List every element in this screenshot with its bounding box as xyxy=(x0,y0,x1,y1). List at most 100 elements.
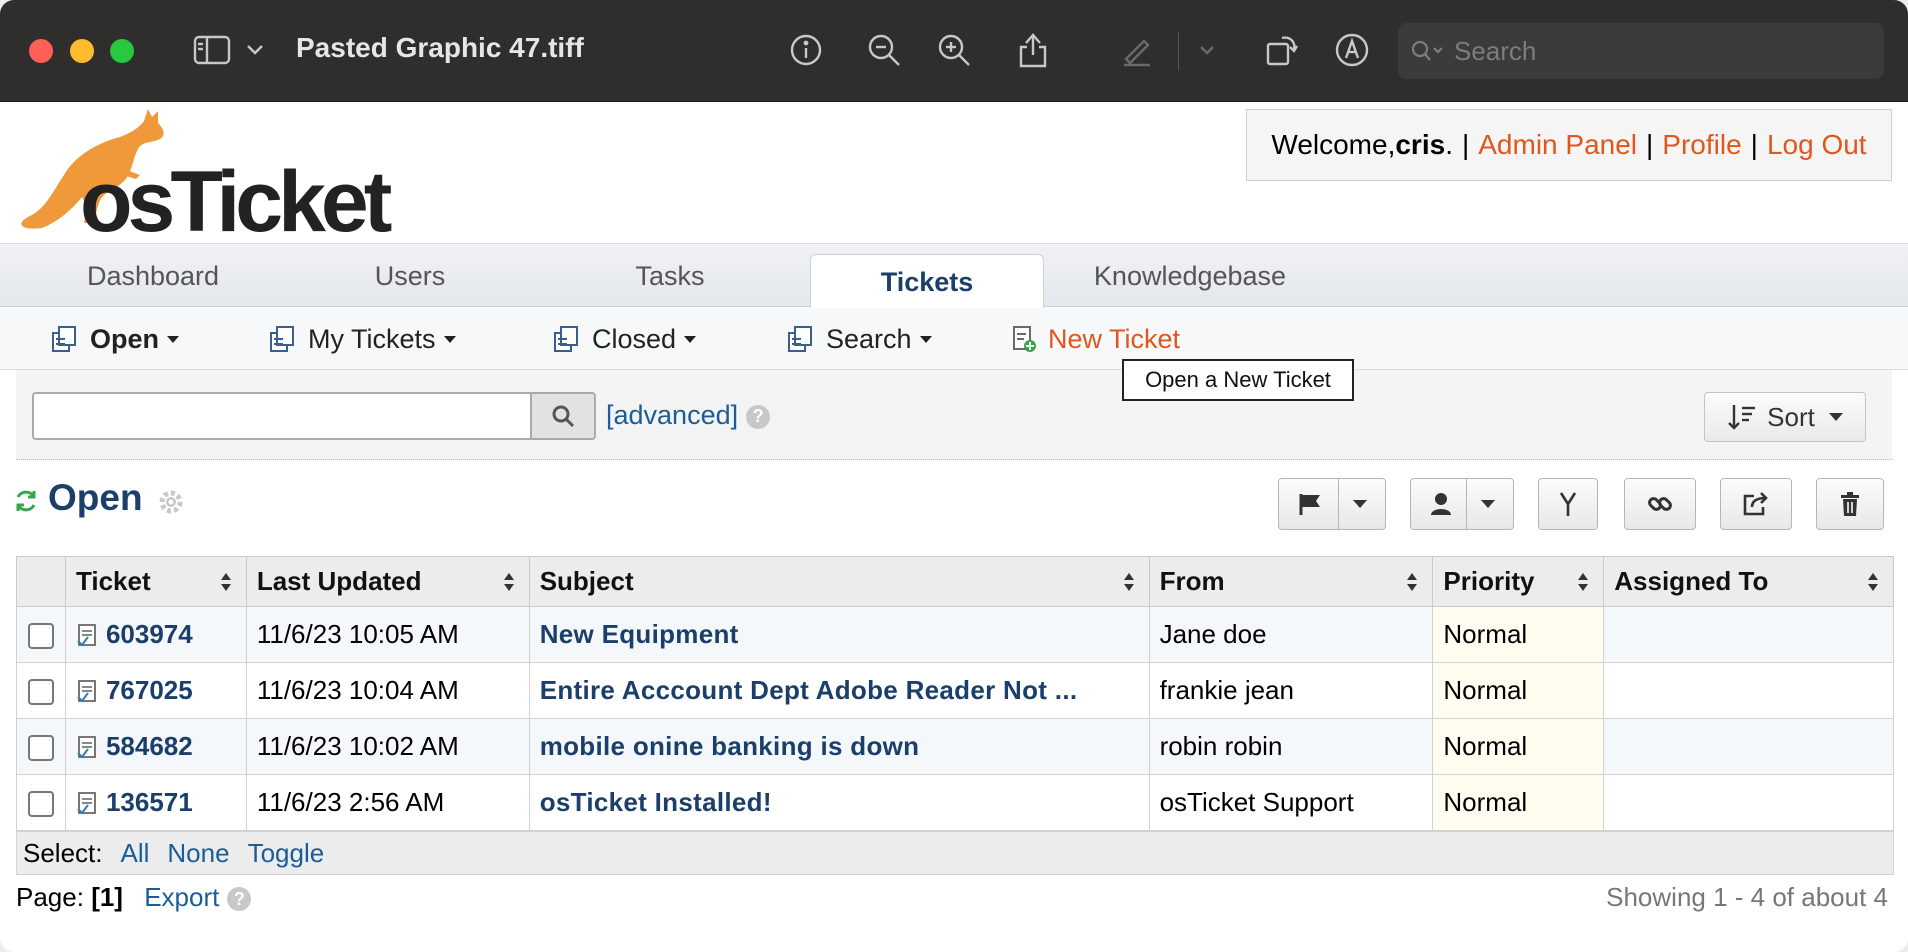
column-header-assigned-to[interactable]: Assigned To xyxy=(1603,556,1894,607)
tickets-stack-icon xyxy=(554,326,578,352)
priority-cell: Normal xyxy=(1432,774,1605,831)
ticket-number-cell[interactable]: 767025 xyxy=(64,662,247,719)
sort-button[interactable]: Sort xyxy=(1704,392,1866,442)
select-all-link[interactable]: All xyxy=(121,838,150,869)
row-checkbox[interactable] xyxy=(27,623,54,650)
table-row[interactable]: 584682 11/6/23 10:02 AM mobile onine ban… xyxy=(16,718,1894,775)
search-queue-link[interactable]: Search xyxy=(786,320,932,358)
export-share-button[interactable] xyxy=(1720,478,1792,530)
row-select-cell xyxy=(16,662,66,719)
search-placeholder: Search xyxy=(1454,35,1537,66)
subject-cell[interactable]: Entire Acccount Dept Adobe Reader Not ..… xyxy=(528,662,1150,719)
tab-tasks[interactable]: Tasks xyxy=(590,244,750,308)
welcome-suffix: . xyxy=(1445,129,1453,160)
sidebar-toggle-icon[interactable] xyxy=(190,28,234,72)
my-tickets-link[interactable]: My Tickets xyxy=(268,320,456,358)
subject-cell[interactable]: mobile onine banking is down xyxy=(528,718,1150,775)
help-icon[interactable]: ? xyxy=(227,887,252,912)
logout-link[interactable]: Log Out xyxy=(1767,129,1867,161)
column-header-last-updated[interactable]: Last Updated xyxy=(245,556,530,607)
flag-icon xyxy=(1299,494,1320,515)
share-icon[interactable] xyxy=(1014,28,1052,72)
main-nav: Dashboard Users Tasks Tickets Knowledgeb… xyxy=(0,243,1908,309)
table-header-row: Ticket Last Updated Subject From Priorit… xyxy=(16,556,1894,607)
flag-menu-button[interactable] xyxy=(1278,478,1386,530)
markup-chevron-down-icon[interactable] xyxy=(1194,28,1220,72)
ticket-icon xyxy=(77,736,96,759)
welcome-separator: | xyxy=(1646,129,1654,160)
closed-queue-link[interactable]: Closed xyxy=(552,320,697,358)
tab-tickets[interactable]: Tickets xyxy=(810,254,1044,309)
close-window-button[interactable] xyxy=(29,39,53,63)
subject-cell[interactable]: New Equipment xyxy=(528,606,1150,663)
zoom-in-icon[interactable] xyxy=(934,28,974,72)
help-icon[interactable]: ? xyxy=(746,404,771,429)
minimize-window-button[interactable] xyxy=(70,39,94,63)
tickets-stack-icon xyxy=(52,326,76,352)
search-submit-button[interactable] xyxy=(530,392,596,440)
sort-icon xyxy=(1728,405,1756,430)
ticket-number-cell[interactable]: 584682 xyxy=(64,718,247,775)
delete-button[interactable] xyxy=(1816,478,1884,530)
gear-icon[interactable] xyxy=(158,489,184,515)
ticket-icon xyxy=(77,792,96,815)
tab-dashboard[interactable]: Dashboard xyxy=(60,244,246,308)
ticket-icon xyxy=(77,680,96,703)
advanced-search-link[interactable]: [advanced] xyxy=(606,400,738,430)
ticket-number-cell[interactable]: 603974 xyxy=(64,606,247,663)
current-page[interactable]: [1] xyxy=(91,882,123,912)
ticket-search-input[interactable] xyxy=(32,392,534,440)
ticket-number: 584682 xyxy=(105,731,193,761)
admin-panel-link[interactable]: Admin Panel xyxy=(1478,129,1637,161)
markup-pen-icon[interactable] xyxy=(1118,28,1156,72)
link-button[interactable] xyxy=(1624,478,1696,530)
ticket-number: 603974 xyxy=(105,619,193,649)
select-none-link[interactable]: None xyxy=(167,838,229,869)
row-checkbox[interactable] xyxy=(27,791,54,818)
caret-down-icon xyxy=(443,335,456,343)
column-header-label: Subject xyxy=(539,566,634,596)
row-checkbox[interactable] xyxy=(27,735,54,762)
column-header-priority[interactable]: Priority xyxy=(1432,556,1605,607)
table-row[interactable]: 603974 11/6/23 10:05 AM New Equipment Ja… xyxy=(16,606,1894,663)
info-icon[interactable] xyxy=(786,28,826,72)
new-ticket-tooltip: Open a New Ticket xyxy=(1122,359,1354,401)
new-ticket-link[interactable]: New Ticket xyxy=(1008,320,1180,358)
zoom-out-icon[interactable] xyxy=(864,28,904,72)
column-header-label: From xyxy=(1159,566,1225,596)
table-row[interactable]: 767025 11/6/23 10:04 AM Entire Acccount … xyxy=(16,662,1894,719)
tab-users[interactable]: Users xyxy=(332,244,488,308)
column-header-ticket[interactable]: Ticket xyxy=(64,556,247,607)
merge-button[interactable] xyxy=(1538,478,1598,530)
column-header-label: Priority xyxy=(1443,566,1535,596)
subject-cell[interactable]: osTicket Installed! xyxy=(528,774,1150,831)
column-header-from[interactable]: From xyxy=(1148,556,1434,607)
share-external-icon xyxy=(1743,492,1768,516)
rotate-icon[interactable] xyxy=(1262,28,1302,72)
ticket-number-cell[interactable]: 136571 xyxy=(64,774,247,831)
open-queue-link[interactable]: Open xyxy=(50,320,180,358)
page-label: Page: xyxy=(16,882,84,912)
toolbar-search-field[interactable]: Search xyxy=(1398,23,1884,79)
sort-arrows-icon xyxy=(1123,573,1134,591)
osticket-logo[interactable]: osTicket xyxy=(12,103,412,235)
button-split-divider xyxy=(1465,479,1467,529)
select-toggle-link[interactable]: Toggle xyxy=(248,838,325,869)
annotate-icon[interactable] xyxy=(1332,28,1372,72)
row-checkbox[interactable] xyxy=(27,679,54,706)
chevron-down-icon[interactable] xyxy=(240,28,270,72)
refresh-icon[interactable] xyxy=(14,488,38,514)
new-ticket-icon xyxy=(1013,326,1036,352)
caret-down-icon xyxy=(684,335,697,343)
profile-link[interactable]: Profile xyxy=(1662,129,1741,161)
tab-knowledgebase[interactable]: Knowledgebase xyxy=(1080,244,1300,308)
export-link[interactable]: Export xyxy=(144,882,219,912)
last-updated-cell: 11/6/23 10:04 AM xyxy=(245,662,530,719)
table-row[interactable]: 136571 11/6/23 2:56 AM osTicket Installe… xyxy=(16,774,1894,831)
assigned-to-cell xyxy=(1603,662,1894,719)
row-select-cell xyxy=(16,774,66,831)
column-header-subject[interactable]: Subject xyxy=(528,556,1150,607)
assign-menu-button[interactable] xyxy=(1410,478,1514,530)
zoom-window-button[interactable] xyxy=(110,39,134,63)
welcome-username: cris xyxy=(1395,129,1446,160)
